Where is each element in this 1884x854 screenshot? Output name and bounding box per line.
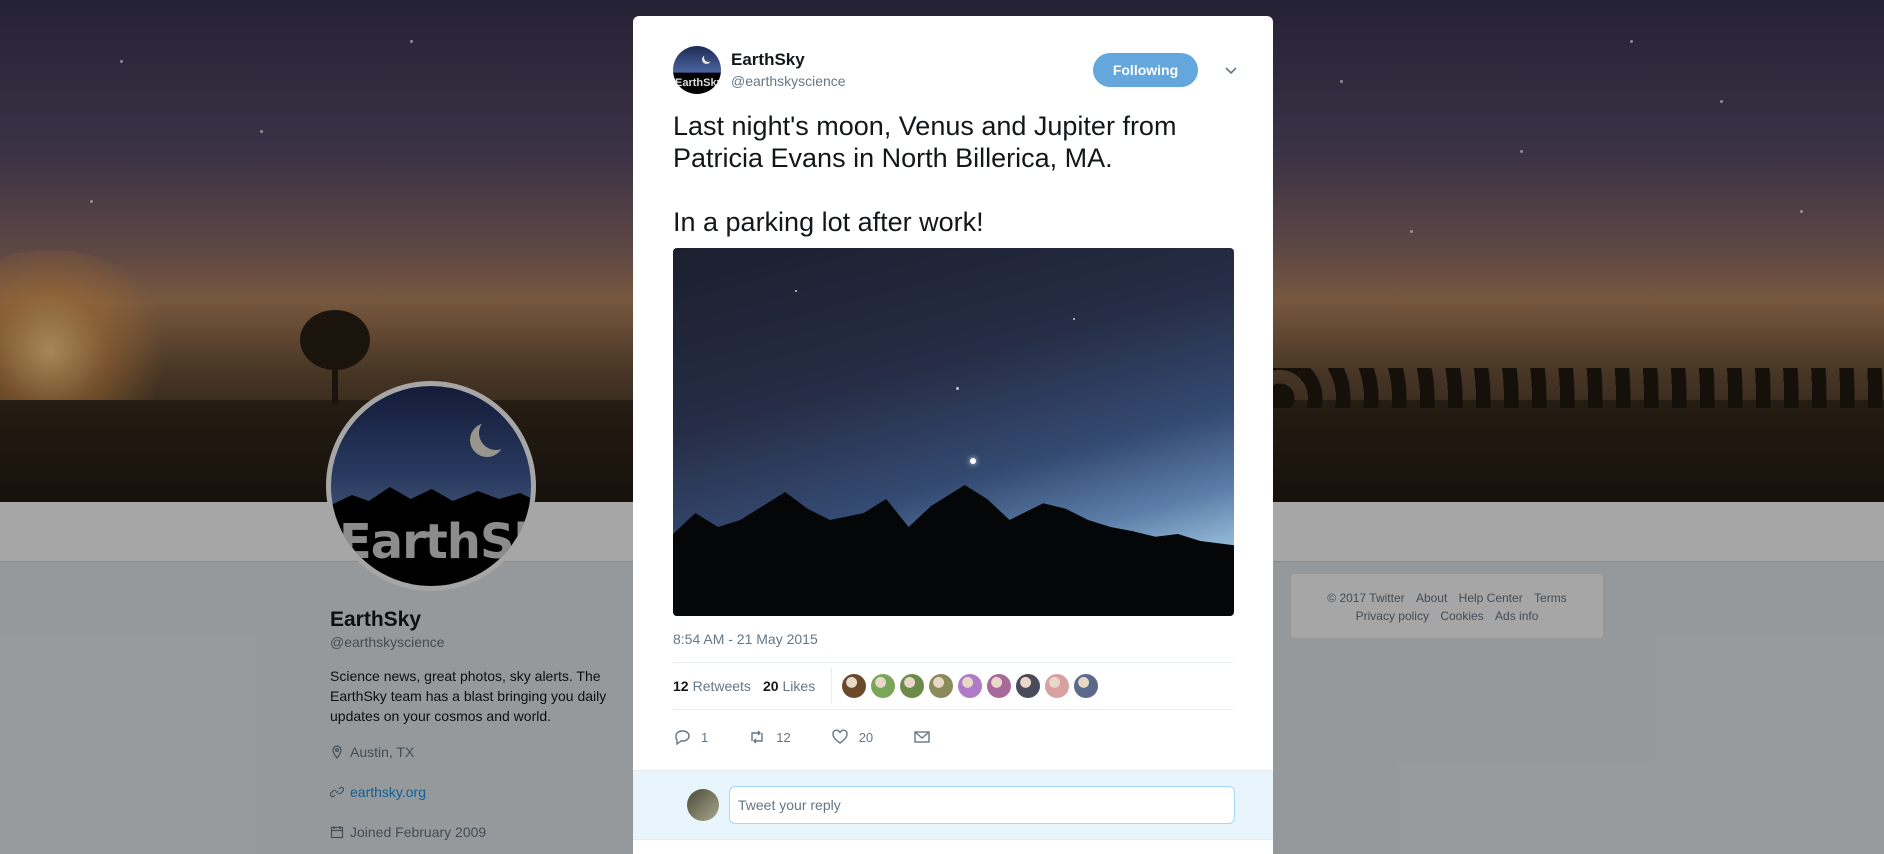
tweet-author-avatar[interactable]: EarthSky [673, 46, 721, 94]
retweet-icon [751, 730, 763, 744]
tweet-header: EarthSky EarthSky @earthskyscience Follo… [673, 46, 1237, 96]
retweet-action[interactable]: 12 [748, 728, 791, 746]
reply-count: 1 [701, 729, 709, 745]
liker-avatar[interactable] [958, 674, 983, 698]
retweets-stat[interactable]: 12 Retweets [673, 678, 751, 694]
like-count: 20 [858, 729, 874, 745]
liker-avatar[interactable] [987, 674, 1012, 698]
following-button[interactable]: Following [1093, 53, 1198, 87]
liker-avatar[interactable] [871, 674, 896, 698]
retweet-count: 12 [776, 729, 791, 745]
direct-message-action[interactable] [913, 728, 931, 746]
liker-avatar[interactable] [929, 674, 954, 698]
tweet-photo[interactable] [673, 248, 1234, 616]
likes-count: 20 [762, 678, 779, 694]
likes-label: Likes [782, 678, 816, 694]
like-action[interactable]: 20 [831, 728, 873, 746]
tweet-avatar-wordmark: EarthSky [675, 77, 721, 89]
message-icon [914, 731, 930, 743]
tweet-actions: 1 12 20 [673, 722, 1233, 752]
liker-avatar[interactable] [900, 674, 925, 698]
retweets-label: Retweets [692, 678, 751, 694]
tweet-timestamp[interactable]: 8:54 AM - 21 May 2015 [673, 631, 818, 647]
current-user-avatar [687, 789, 719, 821]
tweet-author-handle[interactable]: @earthskyscience [731, 73, 846, 89]
liker-avatar[interactable] [1074, 674, 1099, 698]
tweet-modal: EarthSky EarthSky @earthskyscience Follo… [633, 16, 1273, 854]
reply-action[interactable]: 1 [673, 728, 708, 746]
tweet-stats: 12 Retweets 20 Likes [673, 662, 1233, 710]
reply-box [633, 770, 1273, 840]
stats-divider [831, 668, 833, 704]
liker-avatar[interactable] [1045, 674, 1070, 698]
liker-avatar[interactable] [842, 674, 867, 698]
chevron-down-icon[interactable] [1223, 62, 1239, 78]
retweets-count: 12 [673, 678, 689, 694]
likes-stat[interactable]: 20 Likes [763, 678, 815, 694]
reply-input[interactable] [729, 786, 1235, 824]
reply-icon [675, 730, 690, 746]
liker-avatars [842, 674, 1099, 698]
liker-avatar[interactable] [1016, 674, 1041, 698]
like-icon [831, 729, 848, 744]
tweet-text: Last night's moon, Venus and Jupiter fro… [673, 111, 1177, 237]
tweet-author-name[interactable]: EarthSky [731, 50, 805, 70]
